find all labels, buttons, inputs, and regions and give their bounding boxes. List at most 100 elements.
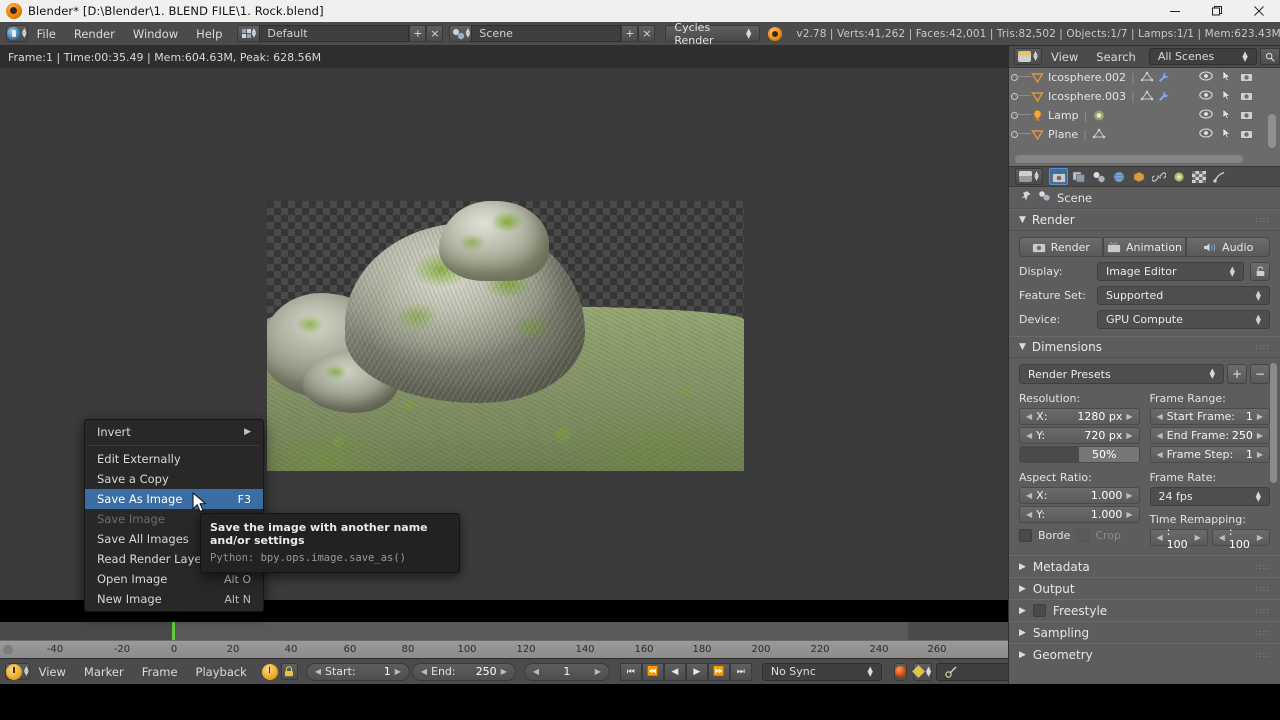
timeline-menu-frame[interactable]: Frame — [133, 661, 187, 683]
frame-rate-selector[interactable]: 24 fps ▲ ▼ — [1149, 487, 1270, 506]
chevron-right-icon[interactable]: ▶ — [1257, 412, 1263, 421]
eye-icon[interactable] — [1199, 109, 1213, 122]
outliner-menu-view[interactable]: View — [1042, 46, 1087, 68]
outliner-row-plane[interactable]: Plane | — [1009, 125, 1280, 144]
pin-icon[interactable] — [1019, 190, 1032, 206]
cursor-icon[interactable] — [1222, 89, 1231, 104]
editor-type-info-icon[interactable]: ▲ ▼ — [6, 25, 28, 42]
outliner-horizontal-scrollbar[interactable] — [1015, 155, 1243, 163]
output-panel-header[interactable]: ▶ Output :::: — [1009, 577, 1280, 599]
menu-file[interactable]: File — [28, 22, 65, 46]
chevron-right-icon[interactable]: ▶ — [1126, 412, 1132, 421]
play-icon[interactable]: ▶ — [685, 662, 708, 681]
world-tab-icon[interactable] — [1109, 168, 1128, 185]
menu-item-save-a-copy[interactable]: Save a Copy — [85, 469, 263, 489]
time-remap-new-field[interactable]: ◀ : 100 ▶ — [1211, 525, 1270, 551]
add-scene-button[interactable]: + — [621, 25, 639, 42]
start-frame-field[interactable]: ◀ Start: 1 ▶ — [305, 662, 410, 681]
menu-window[interactable]: Window — [124, 22, 187, 46]
ruler-grip[interactable] — [3, 645, 13, 655]
cursor-icon[interactable] — [1222, 70, 1231, 85]
outliner-vertical-scrollbar[interactable] — [1268, 114, 1276, 148]
frame-step-field[interactable]: ◀ Frame Step: 1 ▶ — [1149, 446, 1270, 463]
render-engine-selector[interactable]: Cycles Render ▲ ▼ — [665, 21, 761, 47]
eye-icon[interactable] — [1199, 90, 1213, 103]
outliner-row-icosphere-002[interactable]: Icosphere.002 | — [1009, 68, 1280, 87]
chevron-right-icon[interactable]: ▶ — [395, 667, 401, 676]
dimensions-panel-header[interactable]: ▼ Dimensions :::: — [1009, 336, 1280, 358]
chevron-right-icon[interactable]: ▶ — [1257, 431, 1263, 440]
search-icon[interactable] — [1259, 48, 1280, 65]
chevron-left-icon[interactable]: ◀ — [533, 667, 539, 676]
outliner-tree[interactable]: Icosphere.002 | Icosphere.003 | Lamp | P… — [1009, 68, 1280, 166]
render-panel-header[interactable]: ▼ Render :::: — [1009, 209, 1280, 231]
menu-render[interactable]: Render — [65, 22, 124, 46]
menu-item-save-as-image[interactable]: Save As Image F3 — [85, 489, 263, 509]
chevron-left-icon[interactable]: ◀ — [1157, 412, 1163, 421]
scene-filter-selector[interactable]: All Scenes ▲ ▼ — [1148, 48, 1257, 65]
render-tab-icon[interactable] — [1049, 168, 1068, 185]
editor-type-timeline-icon[interactable]: ▲ ▼ — [5, 663, 30, 680]
outliner-menu-search[interactable]: Search — [1087, 46, 1145, 68]
menu-item-new-image[interactable]: New Image Alt N — [85, 589, 263, 609]
outliner-row-icosphere-003[interactable]: Icosphere.003 | — [1009, 87, 1280, 106]
resolution-percentage-slider[interactable]: 50% — [1019, 446, 1140, 463]
properties-scrollbar[interactable] — [1270, 363, 1277, 483]
aspect-y-field[interactable]: ◀ Y: 1.000 ▶ — [1019, 506, 1140, 523]
chevron-right-icon[interactable]: ▶ — [1126, 491, 1132, 500]
screen-layout-name[interactable]: Default — [259, 25, 410, 42]
current-frame-field[interactable]: ◀ 1 ▶ — [523, 662, 610, 681]
geometry-panel-header[interactable]: ▶ Geometry :::: — [1009, 643, 1280, 665]
camera-icon[interactable] — [1240, 71, 1253, 85]
use-preview-range-icon[interactable] — [261, 663, 278, 680]
jump-to-start-icon[interactable]: ⏮ — [619, 662, 642, 681]
display-selector[interactable]: Image Editor ▲ ▼ — [1097, 262, 1244, 281]
add-screen-layout-button[interactable]: + — [409, 25, 427, 42]
maximize-icon[interactable] — [1196, 0, 1238, 22]
camera-icon[interactable] — [1240, 90, 1253, 104]
scene-selector[interactable]: ▲ ▼ Scene + × — [449, 25, 656, 42]
chevron-left-icon[interactable]: ◀ — [315, 667, 321, 676]
timeline-ruler[interactable]: -40 -20 0 20 40 60 80 100 120 140 160 18… — [0, 640, 1008, 658]
delete-scene-button[interactable]: × — [638, 25, 656, 42]
close-icon[interactable] — [1238, 0, 1280, 22]
add-preset-button[interactable]: + — [1227, 364, 1247, 384]
chevron-right-icon[interactable]: ▶ — [1257, 450, 1263, 459]
start-frame-prop-field[interactable]: ◀ Start Frame: 1 ▶ — [1149, 408, 1270, 425]
scene-tab-icon[interactable] — [1089, 168, 1108, 185]
screen-layout-selector[interactable]: ▲ ▼ Default + × — [237, 25, 444, 42]
timeline-menu-view[interactable]: View — [30, 661, 75, 683]
menu-help[interactable]: Help — [187, 22, 231, 46]
cursor-icon[interactable] — [1222, 127, 1231, 142]
timeline-menu-playback[interactable]: Playback — [187, 661, 256, 683]
feature-set-selector[interactable]: Supported ▲ ▼ — [1097, 286, 1270, 305]
outliner-row-lamp[interactable]: Lamp | — [1009, 106, 1280, 125]
minimize-icon[interactable] — [1154, 0, 1196, 22]
device-selector[interactable]: GPU Compute ▲ ▼ — [1097, 310, 1270, 329]
chevron-left-icon[interactable]: ◀ — [421, 667, 427, 676]
freestyle-panel-header[interactable]: ▶ Freestyle :::: — [1009, 599, 1280, 621]
camera-icon[interactable] — [1240, 128, 1253, 142]
texture-tab-icon[interactable] — [1189, 168, 1208, 185]
lock-time-icon[interactable] — [280, 663, 298, 680]
resolution-x-field[interactable]: ◀ X: 1280 px ▶ — [1019, 408, 1140, 425]
crop-checkbox[interactable] — [1076, 529, 1090, 542]
chevron-left-icon[interactable]: ◀ — [1026, 412, 1032, 421]
eye-icon[interactable] — [1199, 128, 1213, 141]
outliner-display-icon[interactable]: ▲ ▼ — [1014, 48, 1042, 65]
scene-name[interactable]: Scene — [471, 25, 622, 42]
play-reverse-icon[interactable]: ◀ — [663, 662, 686, 681]
render-layers-tab-icon[interactable] — [1069, 168, 1088, 185]
menu-item-edit-externally[interactable]: Edit Externally — [85, 449, 263, 469]
lock-interface-icon[interactable] — [1250, 262, 1270, 281]
sync-mode-selector[interactable]: No Sync ▲ ▼ — [761, 662, 882, 681]
chevron-left-icon[interactable]: ◀ — [1026, 510, 1032, 519]
camera-icon[interactable] — [1240, 109, 1253, 123]
render-presets-selector[interactable]: Render Presets ▲ ▼ — [1019, 364, 1224, 384]
chevron-right-icon[interactable]: ▶ — [1126, 510, 1132, 519]
rendered-image[interactable] — [267, 201, 744, 471]
end-frame-prop-field[interactable]: ◀ End Frame: 250 ▶ — [1149, 427, 1270, 444]
eye-icon[interactable] — [1199, 71, 1213, 84]
object-tab-icon[interactable] — [1129, 168, 1148, 185]
chevron-right-icon[interactable]: ▶ — [1126, 431, 1132, 440]
